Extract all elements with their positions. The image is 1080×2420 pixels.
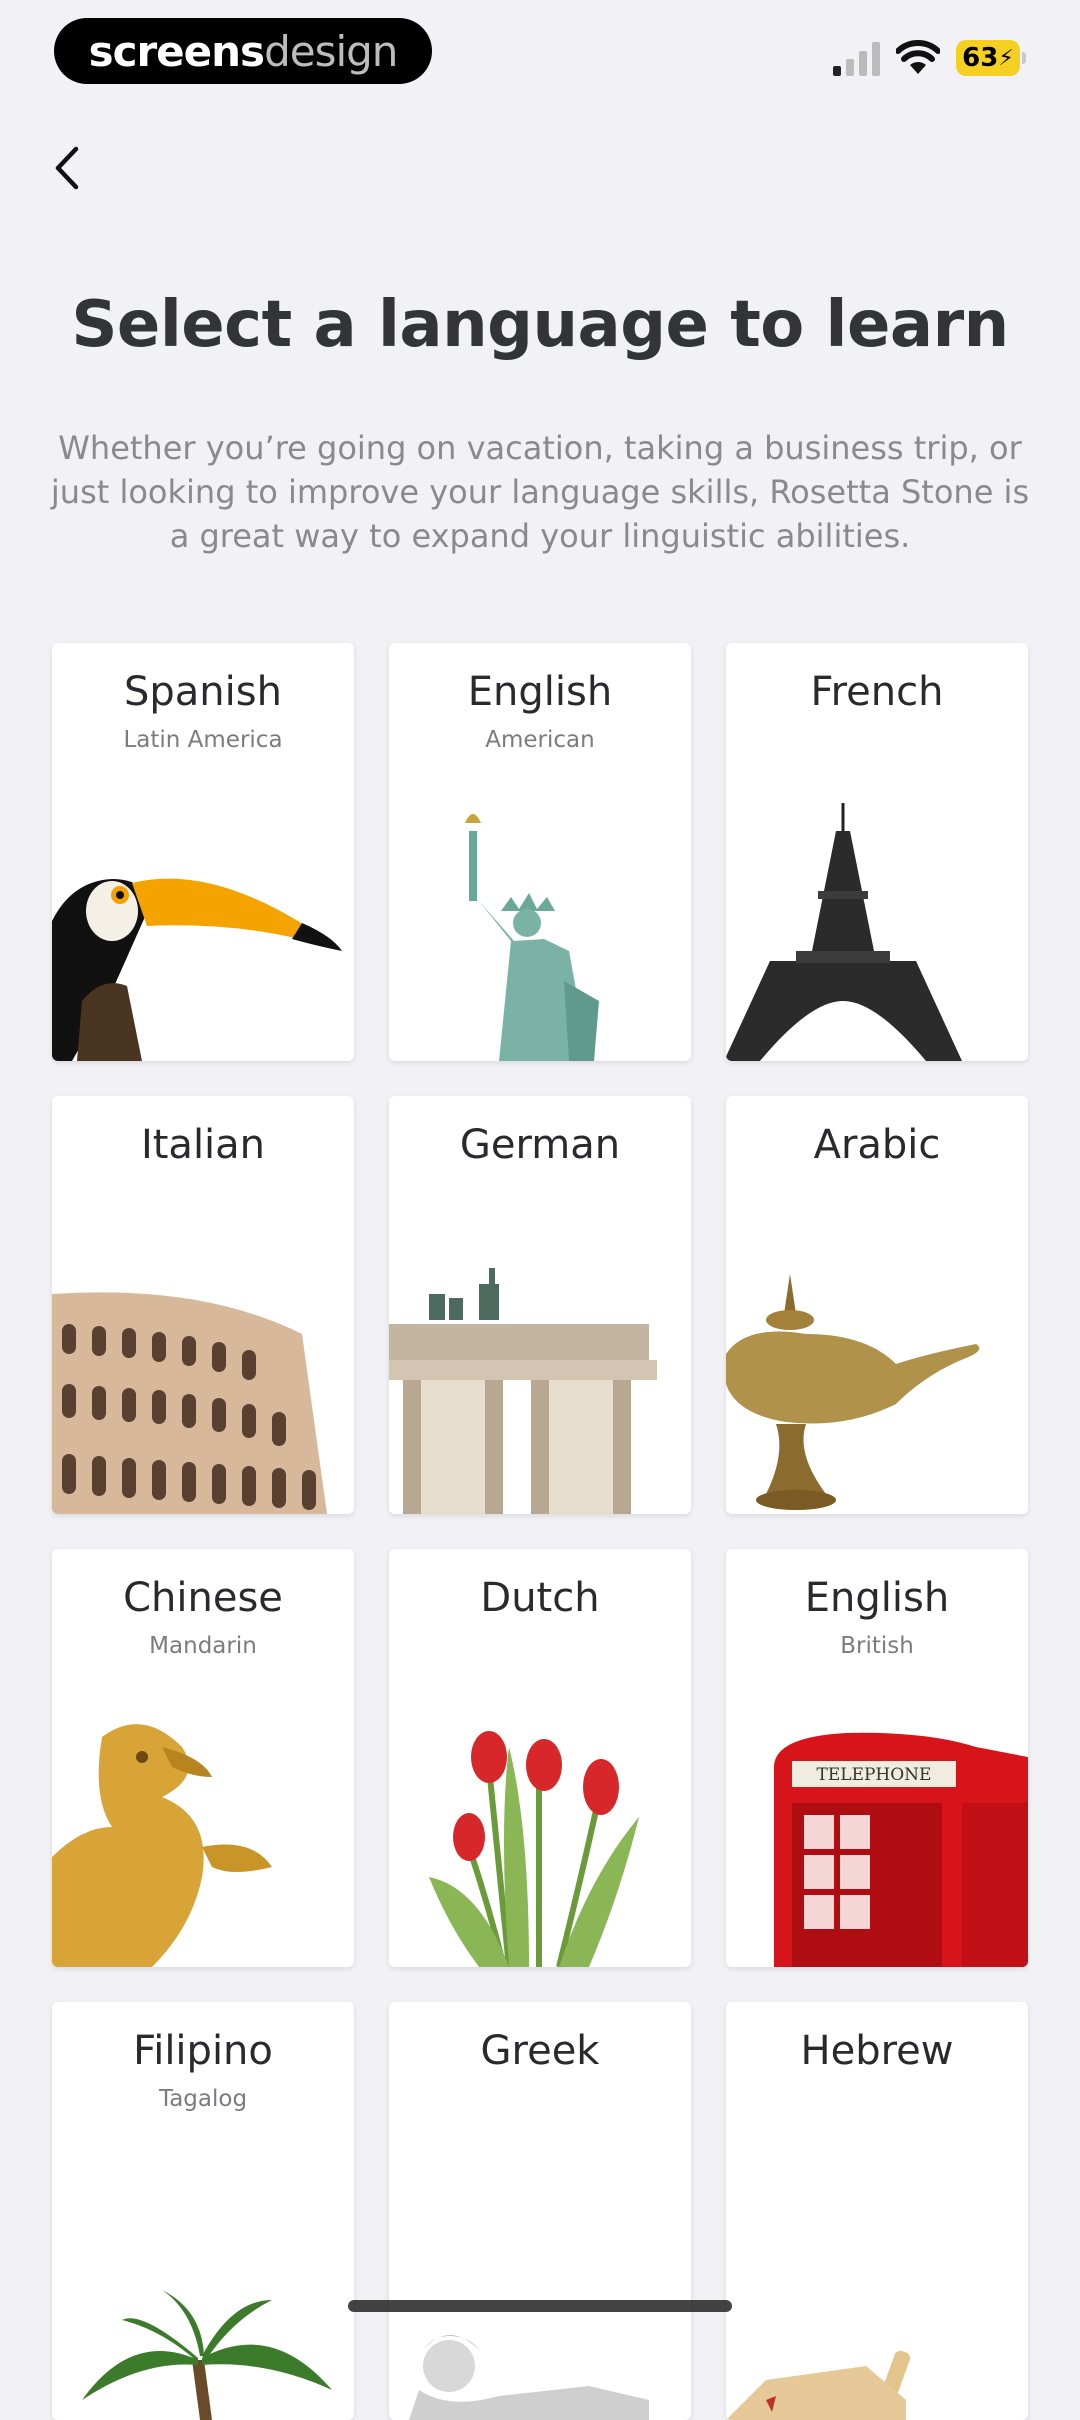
statue-of-liberty-icon [465, 814, 599, 1061]
status-bar: screens design 63 ⚡ [0, 0, 1080, 110]
chevron-left-icon [55, 146, 79, 190]
language-name: Spanish [124, 669, 282, 715]
language-name: Filipino [133, 2028, 273, 2074]
eiffel-tower-icon [726, 803, 962, 1061]
cellular-signal-icon [833, 42, 880, 76]
colosseum-icon [52, 1292, 327, 1514]
page-title: Select a language to learn [71, 288, 1009, 362]
wifi-icon [896, 40, 940, 74]
language-name: English [467, 669, 613, 715]
palm-tree-icon [82, 2290, 332, 2420]
language-variant: Mandarin [149, 1633, 257, 1659]
battery-icon: 63 ⚡ [956, 40, 1026, 76]
language-name: Arabic [813, 1122, 941, 1168]
language-card-english-british[interactable]: English British TELEPHONE [726, 1549, 1028, 1967]
language-card-english-american[interactable]: English American [389, 643, 691, 1061]
language-card-arabic[interactable]: Arabic [726, 1096, 1028, 1514]
dreidel-icon [726, 2350, 911, 2420]
language-name: English [804, 1575, 950, 1621]
language-card-hebrew[interactable]: Hebrew [726, 2002, 1028, 2420]
language-name: Hebrew [800, 2028, 954, 2074]
language-name: Italian [140, 1122, 266, 1168]
phone-booth-icon: TELEPHONE [774, 1732, 1028, 1967]
language-card-chinese[interactable]: Chinese Mandarin [52, 1549, 354, 1967]
greek-statue-icon [409, 2335, 649, 2420]
back-button[interactable] [36, 136, 100, 200]
brand-badge: screens design [54, 18, 432, 84]
oil-lamp-icon [726, 1274, 980, 1510]
language-name: German [459, 1122, 621, 1168]
language-card-german[interactable]: German [389, 1096, 691, 1514]
brand-text-part2: design [264, 26, 398, 76]
brand-text-part1: screens [88, 26, 265, 76]
toucan-icon [52, 878, 342, 1061]
language-card-filipino[interactable]: Filipino Tagalog [52, 2002, 354, 2420]
booth-sign-text: TELEPHONE [817, 1765, 932, 1785]
tulips-icon [429, 1731, 639, 1967]
language-grid: Spanish Latin America English American F… [52, 643, 1028, 2420]
language-card-dutch[interactable]: Dutch [389, 1549, 691, 1967]
language-card-greek[interactable]: Greek [389, 2002, 691, 2420]
language-card-italian[interactable]: Italian [52, 1096, 354, 1514]
battery-level: 63 [962, 43, 999, 73]
language-name: Greek [480, 2028, 600, 2074]
language-variant: Latin America [123, 727, 283, 753]
language-card-french[interactable]: French [726, 643, 1028, 1061]
dragon-icon [52, 1724, 272, 1967]
language-name: Dutch [480, 1575, 600, 1621]
language-card-spanish[interactable]: Spanish Latin America [52, 643, 354, 1061]
language-variant: British [840, 1633, 914, 1659]
language-name: Chinese [123, 1575, 283, 1621]
brandenburg-gate-icon [389, 1268, 657, 1514]
home-indicator[interactable] [348, 2300, 732, 2312]
page-subtitle: Whether you’re going on vacation, taking… [50, 429, 1030, 555]
language-name: French [810, 669, 944, 715]
language-variant: American [485, 727, 595, 753]
language-variant: Tagalog [158, 2086, 248, 2112]
